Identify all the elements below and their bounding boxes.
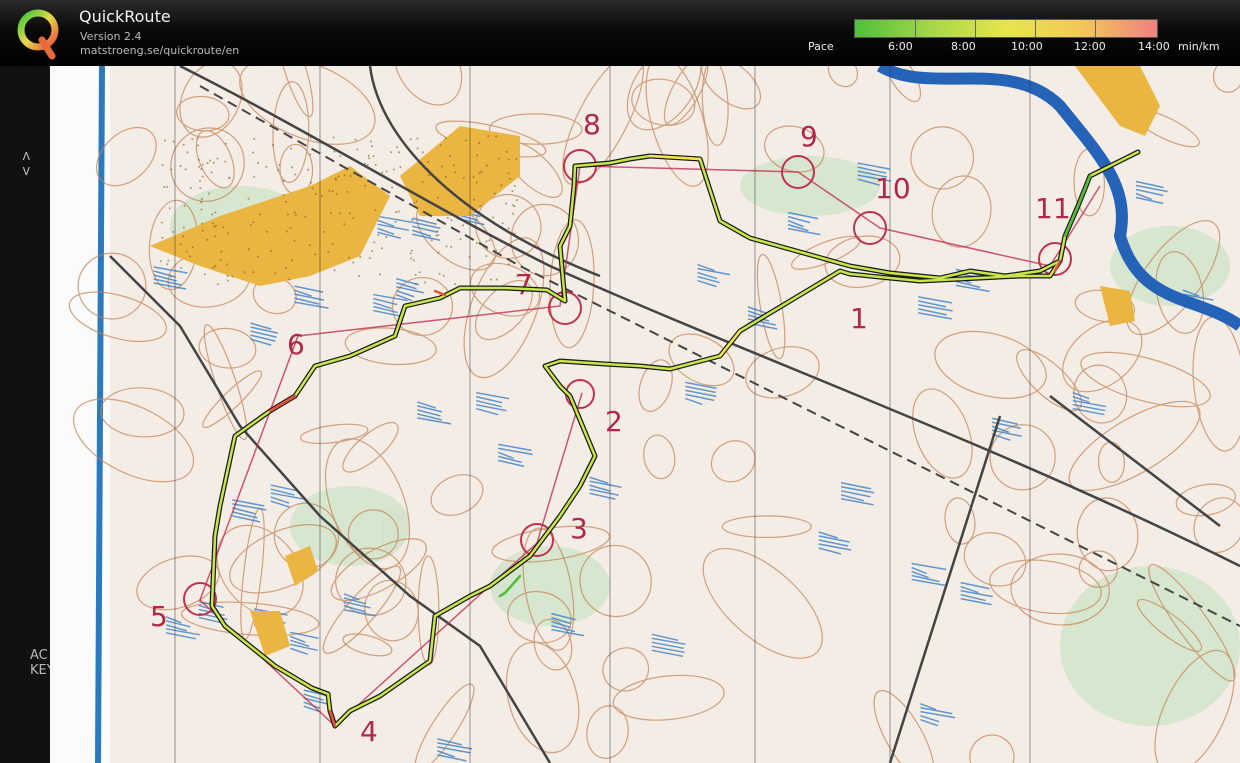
- strip-mark: < >: [19, 150, 35, 177]
- app-version: Version 2.4: [80, 30, 142, 43]
- strip-mark: AC: [30, 648, 48, 663]
- control-label: 6: [287, 328, 305, 361]
- control-label: 7: [515, 268, 533, 301]
- pace-unit: min/km: [1178, 40, 1220, 53]
- pace-bar-divider: [915, 20, 916, 37]
- pace-tick: 6:00: [888, 40, 913, 53]
- pace-tick: 14:00: [1138, 40, 1170, 53]
- pace-bar-divider: [1035, 20, 1036, 37]
- pace-bar-divider: [975, 20, 976, 37]
- control-label: 1: [850, 302, 868, 335]
- quickroute-logo-icon: [17, 9, 59, 60]
- app-url[interactable]: matstroeng.se/quickroute/en: [80, 44, 239, 57]
- app-header: QuickRoute Version 2.4 matstroeng.se/qui…: [0, 0, 1240, 66]
- control-label: 2: [605, 405, 623, 438]
- pace-bar-divider: [1095, 20, 1096, 37]
- control-label: 9: [800, 120, 818, 153]
- control-label: 10: [875, 172, 911, 205]
- orienteering-map[interactable]: 1 2 3 4 5 6 7 8 9 10 11: [50, 66, 1240, 763]
- pace-tick: 8:00: [951, 40, 976, 53]
- app-title: QuickRoute: [79, 7, 171, 26]
- pace-color-bar: [854, 19, 1158, 38]
- pace-label: Pace: [808, 40, 834, 53]
- pace-tick: 10:00: [1011, 40, 1043, 53]
- pace-tick: 12:00: [1074, 40, 1106, 53]
- map-canvas[interactable]: 1 2 3 4 5 6 7 8 9 10 11: [50, 66, 1240, 763]
- control-label: 4: [360, 715, 378, 748]
- control-label: 11: [1035, 192, 1071, 225]
- control-label: 5: [150, 600, 168, 633]
- control-label: 3: [570, 512, 588, 545]
- left-map-edge: < > AC KEY: [0, 66, 55, 763]
- control-label: 8: [583, 108, 601, 141]
